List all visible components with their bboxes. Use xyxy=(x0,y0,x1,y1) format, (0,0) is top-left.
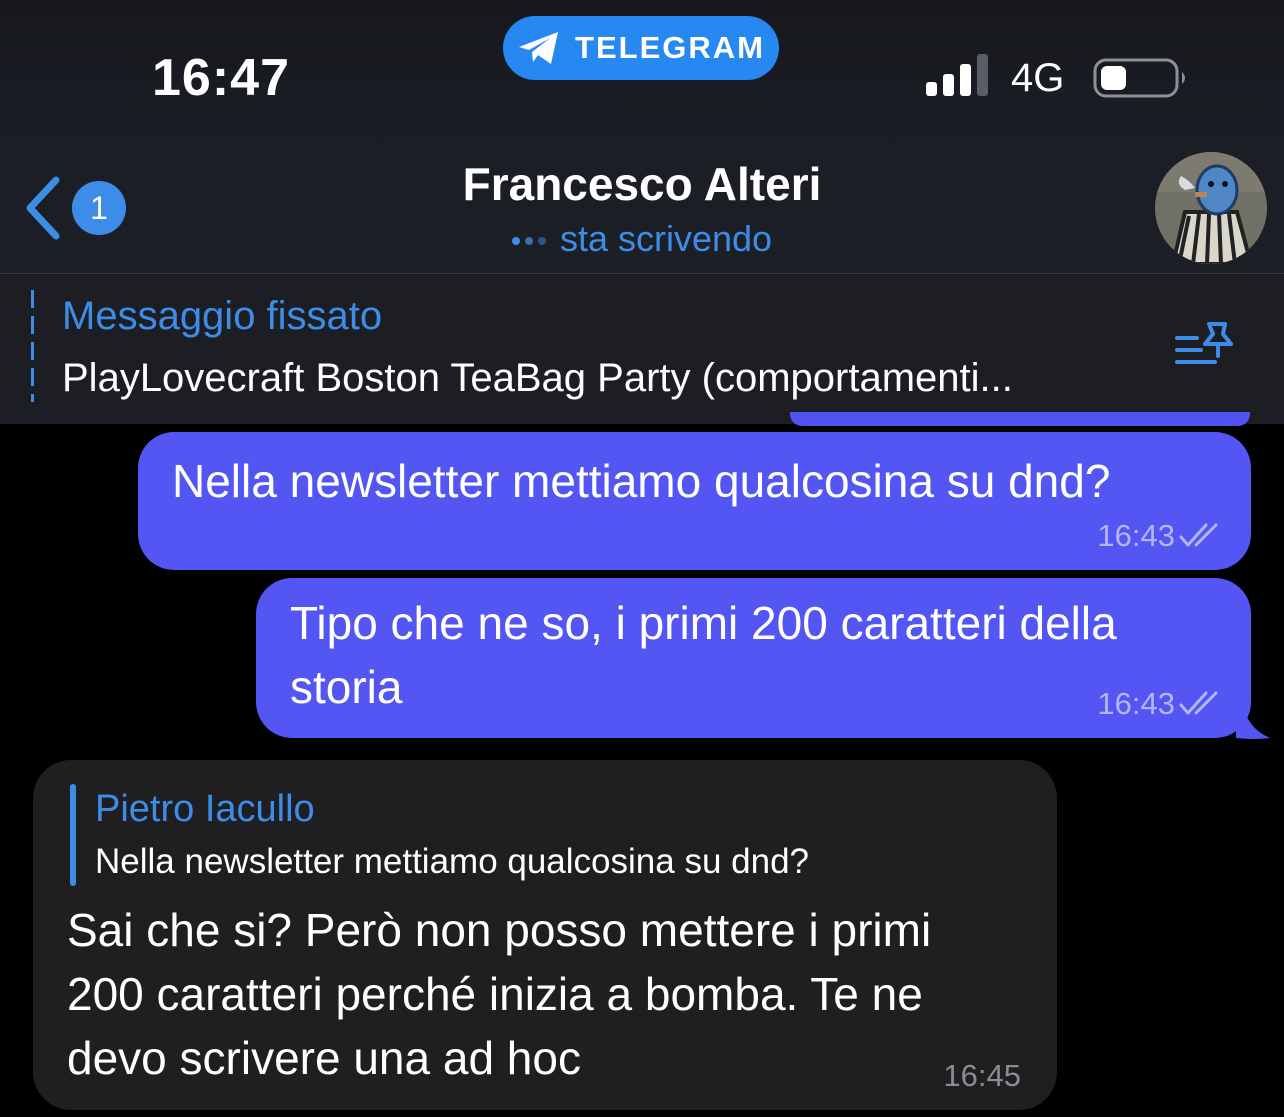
pinned-list-icon[interactable] xyxy=(1173,320,1239,372)
contact-avatar[interactable] xyxy=(1155,152,1267,264)
message-meta: 16:43 xyxy=(1097,518,1223,554)
message-line: devo scrivere una ad hoc xyxy=(67,1032,581,1084)
typing-status-text: sta scrivendo xyxy=(559,218,773,259)
reply-bar xyxy=(70,784,76,886)
double-check-icon xyxy=(1179,691,1218,715)
typing-status: sta scrivendo xyxy=(0,218,1284,260)
pinned-message-bar[interactable]: Messaggio fissato PlayLovecraft Boston T… xyxy=(0,274,1284,424)
message-time: 16:45 xyxy=(943,1058,1021,1093)
message-text: Sai che si? Però non posso mettere i pri… xyxy=(67,898,931,1090)
signal-bars-icon xyxy=(926,54,988,96)
battery-icon xyxy=(1093,58,1185,98)
message-line: Tipo che ne so, i primi 200 caratteri de… xyxy=(290,597,1117,649)
message-line: 200 caratteri perché inizia a bomba. Te … xyxy=(67,968,923,1020)
pinned-title: Messaggio fissato xyxy=(62,294,383,338)
reply-author: Pietro Iacullo xyxy=(95,788,315,830)
chat-header: 16:47 TELEGRAM 4G 1 Francesco Alteri sta xyxy=(0,0,1284,273)
network-type: 4G xyxy=(1011,56,1065,100)
outgoing-message[interactable]: Tipo che ne so, i primi 200 caratteri de… xyxy=(256,578,1251,738)
bubble-tail xyxy=(1236,700,1270,739)
message-line: storia xyxy=(290,661,403,713)
double-check-icon xyxy=(1179,523,1218,547)
message-text: Nella newsletter mettiamo qualcosina su … xyxy=(172,455,1111,507)
message-time: 16:43 xyxy=(1097,518,1175,553)
typing-dots-icon xyxy=(511,237,546,245)
reply-text: Nella newsletter mettiamo qualcosina su … xyxy=(95,842,809,881)
app-indicator-label: TELEGRAM xyxy=(575,30,765,65)
return-to-app-pill[interactable]: TELEGRAM xyxy=(503,16,779,80)
incoming-message[interactable]: Pietro Iacullo Nella newsletter mettiamo… xyxy=(33,760,1057,1110)
contact-name[interactable]: Francesco Alteri xyxy=(0,157,1284,211)
message-line: Sai che si? Però non posso mettere i pri… xyxy=(67,904,932,956)
status-time: 16:47 xyxy=(152,49,290,107)
message-meta: 16:43 xyxy=(1097,686,1223,722)
previous-message-edge xyxy=(790,412,1250,426)
message-text: Tipo che ne so, i primi 200 caratteri de… xyxy=(290,591,1117,719)
outgoing-message[interactable]: Nella newsletter mettiamo qualcosina su … xyxy=(138,432,1251,570)
pinned-indicator-bar xyxy=(31,290,34,402)
pinned-text: PlayLovecraft Boston TeaBag Party (compo… xyxy=(62,356,1013,400)
avatar-illustration xyxy=(1155,152,1267,264)
message-time: 16:43 xyxy=(1097,686,1175,721)
telegram-chat-screen: 16:47 TELEGRAM 4G 1 Francesco Alteri sta xyxy=(0,0,1284,1117)
telegram-plane-icon xyxy=(519,32,559,64)
message-meta: 16:45 xyxy=(943,1058,1021,1094)
